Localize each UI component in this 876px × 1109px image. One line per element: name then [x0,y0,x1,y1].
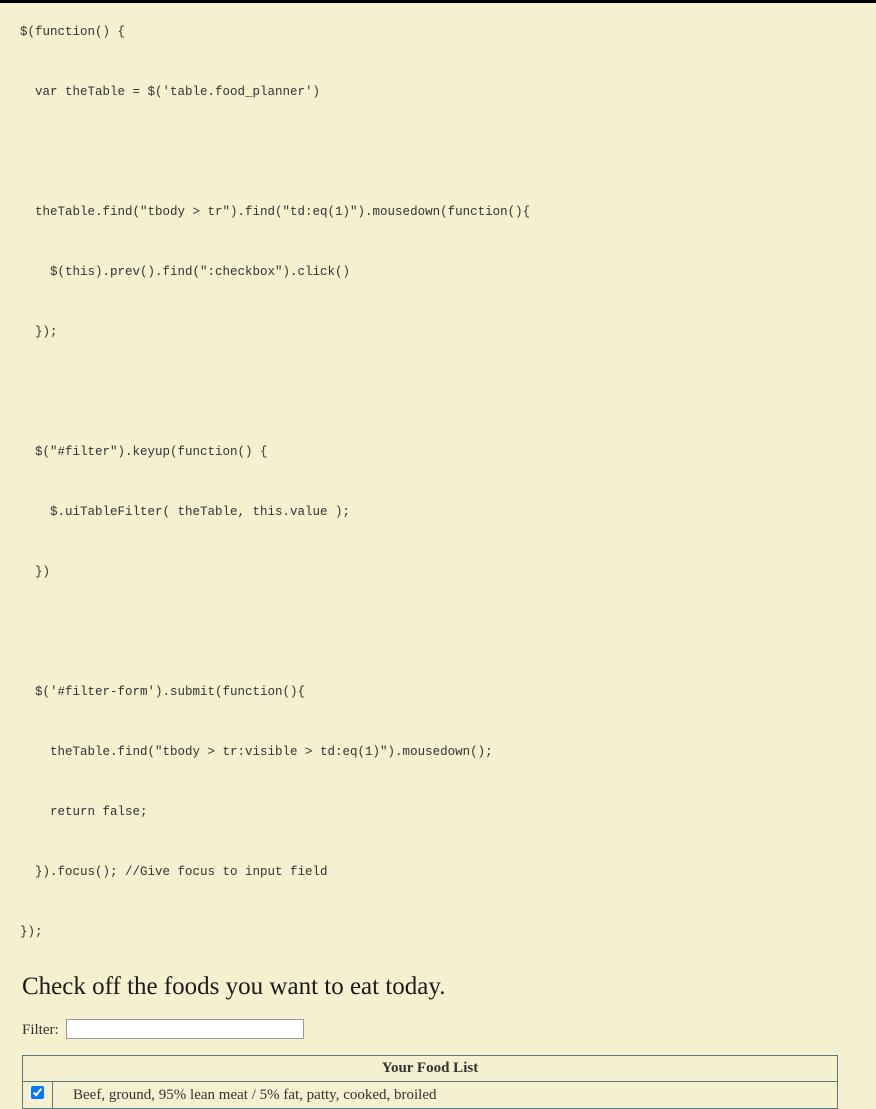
page-heading: Check off the foods you want to eat toda… [22,973,876,1001]
table-header: Your Food List [23,1056,838,1082]
filter-input[interactable] [66,1019,304,1039]
food-cell[interactable]: Beef, ground, 95% lean meat / 5% fat, pa… [53,1082,838,1109]
food-planner-table: Your Food List Beef, ground, 95% lean me… [22,1055,838,1109]
table-row: Beef, ground, 95% lean meat / 5% fat, pa… [23,1082,838,1109]
food-checkbox[interactable] [31,1086,44,1099]
filter-form: Filter: [22,1019,876,1039]
filter-label: Filter: [22,1022,59,1038]
checkbox-cell [23,1082,53,1109]
code-block: $(function() { var theTable = $('table.f… [0,3,876,955]
